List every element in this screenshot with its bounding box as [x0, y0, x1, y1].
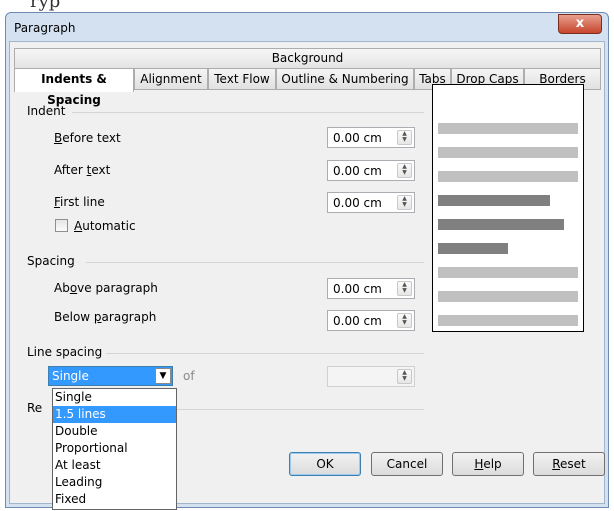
line-spacing-of-spin-arrows-icon[interactable]: ▲ ▼: [397, 369, 412, 384]
line-spacing-option[interactable]: Proportional: [53, 440, 176, 457]
after-text-spin-arrows-icon[interactable]: ▲ ▼: [397, 163, 412, 178]
tab-outline-numbering[interactable]: Outline & Numbering: [276, 68, 414, 90]
preview-line: [438, 315, 578, 326]
below-paragraph-value: 0.00 cm: [333, 314, 382, 328]
close-button[interactable]: x: [558, 14, 602, 34]
ok-button[interactable]: OK: [289, 452, 361, 476]
below-paragraph-label: Below paragraph: [54, 310, 157, 324]
preview-line: [438, 195, 550, 206]
preview-line: [438, 267, 578, 278]
spacing-divider: [86, 262, 424, 263]
first-line-spinbox[interactable]: 0.00 cm ▲ ▼: [327, 192, 415, 213]
above-paragraph-spinbox[interactable]: 0.00 cm ▲ ▼: [327, 278, 415, 299]
line-spacing-dropdown-list: Single 1.5 lines Double Proportional At …: [52, 388, 177, 510]
line-spacing-option-highlighted[interactable]: 1.5 lines: [53, 406, 176, 423]
preview-line: [438, 147, 578, 158]
first-line-label: First line: [54, 195, 105, 209]
before-text-value: 0.00 cm: [333, 131, 382, 145]
before-text-spinbox[interactable]: 0.00 cm ▲ ▼: [327, 127, 415, 148]
before-text-label: Before text: [54, 131, 121, 145]
indent-divider: [72, 112, 424, 113]
preview-line: [438, 291, 578, 302]
line-spacing-option[interactable]: Fixed: [53, 491, 176, 508]
tab-indents-spacing[interactable]: Indents & Spacing: [14, 68, 134, 107]
above-paragraph-label: Above paragraph: [54, 281, 158, 295]
line-spacing-option[interactable]: At least: [53, 457, 176, 474]
first-line-value: 0.00 cm: [333, 196, 382, 210]
line-spacing-section-label: Line spacing: [27, 345, 103, 359]
preview-line: [438, 243, 508, 254]
automatic-label: Automatic: [74, 219, 136, 233]
before-text-spin-arrows-icon[interactable]: ▲ ▼: [397, 130, 412, 145]
cancel-button[interactable]: Cancel: [371, 452, 443, 476]
preview-line: [438, 219, 564, 230]
paragraph-preview: [432, 84, 584, 332]
preview-line: [438, 171, 578, 182]
tab-text-flow[interactable]: Text Flow: [208, 68, 276, 90]
after-text-value: 0.00 cm: [333, 164, 382, 178]
background-text-fragment: ryp: [30, 0, 61, 12]
line-spacing-select[interactable]: Single ▼: [48, 366, 173, 386]
register-true-section-label-truncated: Re: [27, 401, 43, 415]
below-paragraph-spinbox[interactable]: 0.00 cm ▲ ▼: [327, 310, 415, 331]
reset-button[interactable]: Reset: [533, 452, 605, 476]
below-paragraph-spin-arrows-icon[interactable]: ▲ ▼: [397, 313, 412, 328]
preview-line: [438, 123, 578, 134]
help-button[interactable]: Help: [452, 452, 524, 476]
spacing-section-label: Spacing: [27, 254, 75, 268]
line-spacing-option[interactable]: Leading: [53, 474, 176, 491]
chevron-down-icon[interactable]: ▼: [155, 368, 171, 384]
line-spacing-of-spinbox[interactable]: ▲ ▼: [327, 366, 415, 387]
automatic-checkbox[interactable]: [55, 219, 68, 232]
line-spacing-option[interactable]: Single: [53, 389, 176, 406]
line-spacing-divider: [106, 353, 424, 354]
tab-alignment[interactable]: Alignment: [134, 68, 208, 90]
after-text-spinbox[interactable]: 0.00 cm ▲ ▼: [327, 160, 415, 181]
tab-background[interactable]: Background: [14, 48, 601, 68]
above-paragraph-value: 0.00 cm: [333, 282, 382, 296]
line-spacing-selected-value: Single: [52, 369, 89, 383]
first-line-spin-arrows-icon[interactable]: ▲ ▼: [397, 195, 412, 210]
dialog-title: Paragraph: [14, 21, 76, 35]
of-label: of: [183, 369, 195, 383]
after-text-label: After text: [54, 163, 111, 177]
line-spacing-option[interactable]: Double: [53, 423, 176, 440]
register-divider: [177, 409, 424, 410]
above-paragraph-spin-arrows-icon[interactable]: ▲ ▼: [397, 281, 412, 296]
